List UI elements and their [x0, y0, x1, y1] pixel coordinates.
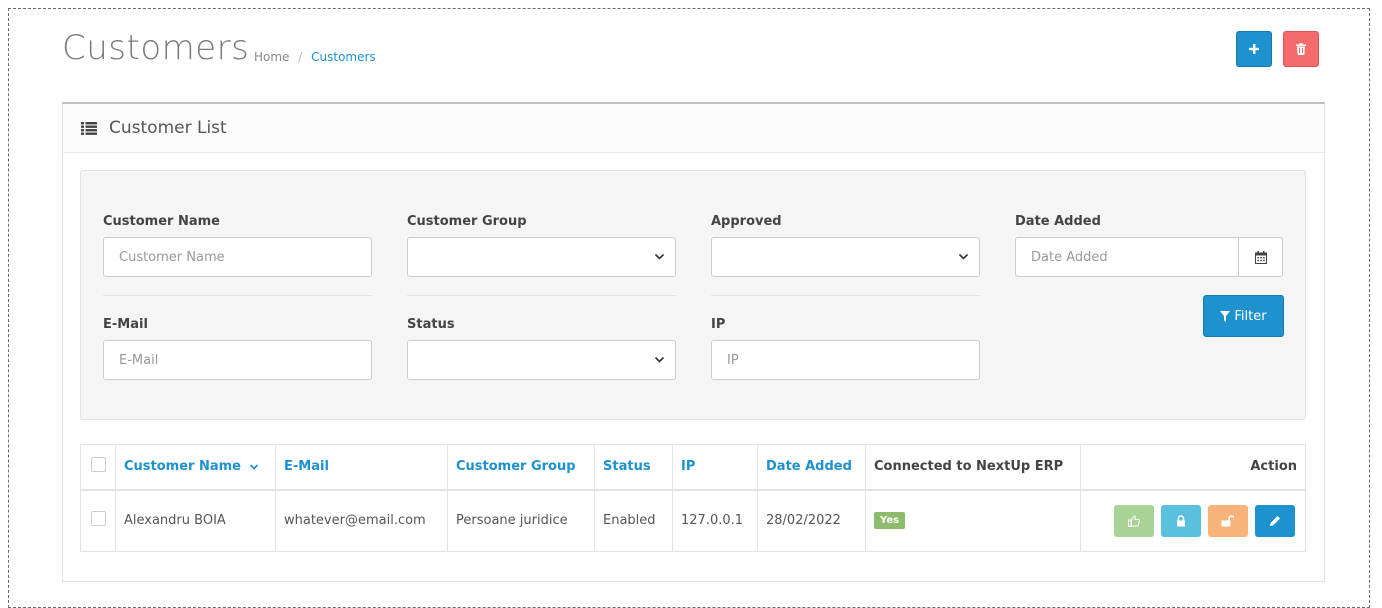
unlock-icon [1221, 514, 1235, 527]
cell-actions [1080, 489, 1306, 552]
row-select-cell [80, 489, 116, 552]
filter-button-label: Filter [1234, 308, 1267, 324]
filter-panel: Customer Name Customer Group Approved Da… [80, 170, 1306, 420]
table-header-row: Customer Name E-Mail Customer Group Stat… [80, 444, 1306, 491]
column-customer-group[interactable]: Customer Group [447, 444, 595, 491]
column-connected: Connected to NextUp ERP [865, 444, 1081, 491]
date-picker-button[interactable] [1238, 237, 1283, 277]
customer-group-select[interactable] [407, 237, 676, 277]
breadcrumb-separator: / [298, 50, 303, 64]
connected-badge: Yes [874, 512, 906, 530]
filter-divider [103, 295, 372, 296]
delete-customer-button[interactable] [1283, 31, 1319, 67]
column-action: Action [1080, 444, 1306, 491]
chevron-down-icon [249, 464, 258, 470]
filter-icon [1220, 310, 1231, 322]
date-added-input[interactable]: Date Added [1015, 237, 1239, 277]
column-email[interactable]: E-Mail [275, 444, 448, 491]
approve-button[interactable] [1113, 504, 1154, 537]
cell-status: Enabled [594, 489, 673, 552]
status-label: Status [407, 317, 455, 332]
ip-placeholder: IP [727, 352, 739, 368]
calendar-icon [1254, 250, 1267, 264]
cell-email: whatever@email.com [275, 489, 448, 552]
select-all-cell [80, 444, 116, 491]
column-ip[interactable]: IP [672, 444, 758, 491]
customer-name-placeholder: Customer Name [119, 249, 225, 265]
chevron-down-icon [958, 253, 969, 260]
column-date-added[interactable]: Date Added [757, 444, 866, 491]
approved-label: Approved [711, 214, 782, 229]
add-customer-button[interactable] [1236, 31, 1272, 67]
cell-connected: Yes [865, 489, 1081, 552]
plus-icon [1249, 44, 1259, 54]
lock-button[interactable] [1160, 504, 1201, 537]
table-row: Alexandru BOIA whatever@email.com Persoa… [80, 489, 1306, 552]
customer-name-label: Customer Name [103, 214, 220, 229]
cell-ip: 127.0.0.1 [672, 489, 758, 552]
panel-title: Customer List [109, 118, 227, 138]
unlock-button[interactable] [1207, 504, 1248, 537]
date-added-placeholder: Date Added [1031, 249, 1108, 265]
customer-name-input[interactable]: Customer Name [103, 237, 372, 277]
ip-label: IP [711, 317, 726, 332]
column-status[interactable]: Status [594, 444, 673, 491]
breadcrumb-home[interactable]: Home [254, 50, 289, 64]
pencil-icon [1270, 515, 1280, 526]
breadcrumb-current[interactable]: Customers [311, 50, 376, 64]
filter-divider [711, 295, 980, 296]
email-input[interactable]: E-Mail [103, 340, 372, 380]
column-customer-name[interactable]: Customer Name [115, 444, 276, 491]
trash-icon [1296, 43, 1306, 55]
thumbs-up-icon [1127, 515, 1140, 527]
list-icon [81, 121, 97, 135]
column-customer-name-label: Customer Name [124, 459, 241, 475]
cell-customer-group: Persoane juridice [447, 489, 595, 552]
filter-button[interactable]: Filter [1203, 295, 1284, 337]
row-checkbox[interactable] [90, 511, 106, 527]
edit-button[interactable] [1255, 504, 1295, 537]
customer-table: Customer Name E-Mail Customer Group Stat… [80, 444, 1306, 552]
cell-customer-name: Alexandru BOIA [115, 489, 276, 552]
panel-heading: Customer List [63, 104, 1324, 153]
page-title: Customers [62, 28, 250, 68]
chevron-down-icon [654, 356, 665, 363]
date-added-label: Date Added [1015, 214, 1101, 229]
ip-input[interactable]: IP [711, 340, 980, 380]
email-label: E-Mail [103, 317, 148, 332]
lock-icon [1176, 514, 1185, 527]
select-all-checkbox[interactable] [90, 457, 106, 473]
email-placeholder: E-Mail [119, 352, 159, 368]
customer-list-panel: Customer List Customer Name Customer Gro… [62, 102, 1325, 582]
breadcrumb: Home / Customers [254, 50, 376, 64]
approved-select[interactable] [711, 237, 980, 277]
filter-divider [407, 295, 676, 296]
customer-group-label: Customer Group [407, 214, 527, 229]
chevron-down-icon [654, 253, 665, 260]
cell-date-added: 28/02/2022 [757, 489, 866, 552]
status-select[interactable] [407, 340, 676, 380]
